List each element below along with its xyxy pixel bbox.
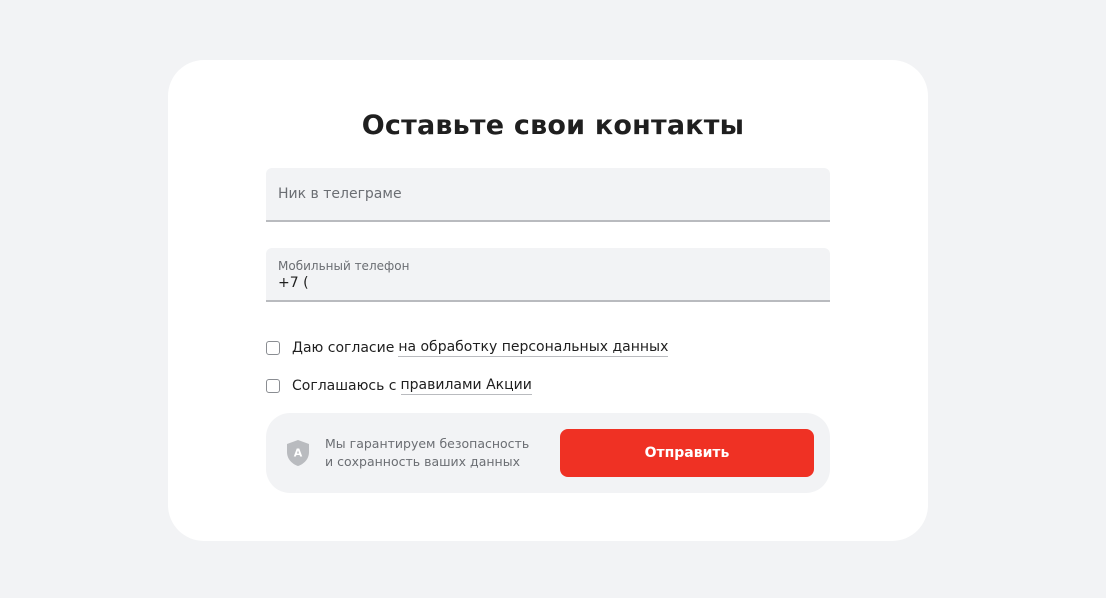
submit-button[interactable]: Отправить: [560, 429, 814, 477]
security-note-line1: Мы гарантируем безопасность: [325, 436, 530, 451]
consent-personal-data-checkbox[interactable]: [266, 341, 280, 355]
consent-personal-data-text: Даю согласие: [292, 340, 395, 356]
security-note: Мы гарантируем безопасность и сохранност…: [325, 435, 529, 471]
personal-data-link[interactable]: на обработку персональных данных: [398, 339, 669, 357]
telegram-nick-input[interactable]: [266, 168, 830, 220]
submit-panel: A Мы гарантируем безопасность и сохранно…: [266, 413, 830, 493]
security-note-line2: и сохранность ваших данных: [325, 454, 520, 469]
promo-rules-link[interactable]: правилами Акции: [400, 377, 532, 395]
consent-rules-checkbox[interactable]: [266, 379, 280, 393]
consent-rules-text: Соглашаюсь с: [292, 378, 397, 394]
mobile-phone-input[interactable]: [266, 248, 830, 300]
form-title: Оставьте свои контакты: [361, 110, 745, 141]
telegram-nick-field[interactable]: [266, 168, 830, 222]
consent-personal-data-row: Даю согласие на обработку персональных д…: [266, 338, 669, 358]
mobile-phone-field[interactable]: Мобильный телефон: [266, 248, 830, 302]
shield-icon: A: [287, 440, 309, 466]
consent-rules-row: Соглашаюсь с правилами Акции: [266, 376, 532, 396]
svg-text:A: A: [294, 447, 303, 460]
